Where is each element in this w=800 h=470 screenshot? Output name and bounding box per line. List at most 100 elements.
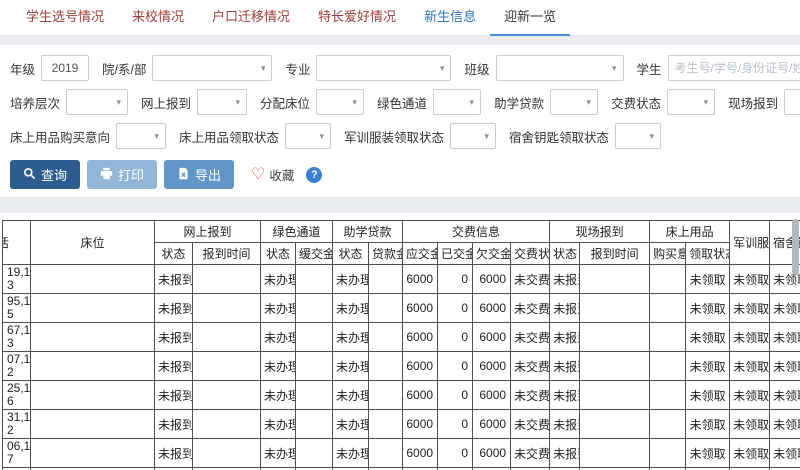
- table-cell: 6000: [473, 265, 511, 294]
- table-cell: [31, 410, 155, 439]
- major-select[interactable]: ▾: [316, 55, 451, 81]
- table-cell: 0: [438, 352, 473, 381]
- col-loan-amount: 贷款金额: [369, 243, 403, 265]
- dept-select[interactable]: ▾: [152, 55, 272, 81]
- student-label: 学生: [637, 59, 662, 78]
- student-search-input[interactable]: [668, 55, 800, 81]
- chevron-down-icon: ▾: [261, 64, 266, 73]
- bedding-receive-select[interactable]: ▾: [285, 123, 331, 149]
- grid-body: 19,1 3未报到未办理未办理600006000未交费未报到未领取未领取未领取9…: [3, 265, 800, 470]
- military-receive-label: 军训服装领取状态: [344, 127, 444, 146]
- table-cell: [296, 410, 333, 439]
- chevron-down-icon: ▾: [154, 132, 159, 141]
- section-gap: [0, 197, 800, 213]
- table-cell: 6000: [403, 439, 438, 468]
- class-select[interactable]: ▾: [496, 55, 624, 81]
- col-green-status: 状态: [261, 243, 296, 265]
- table-cell: 未报到: [155, 439, 193, 468]
- table-cell: [296, 381, 333, 410]
- table-cell: 6000: [403, 381, 438, 410]
- student-loan-select[interactable]: ▾: [550, 89, 598, 115]
- bedding-intent-select[interactable]: ▾: [116, 123, 166, 149]
- green-channel-select[interactable]: ▾: [433, 89, 481, 115]
- tab-welcome-overview[interactable]: 迎新一览: [490, 0, 570, 36]
- online-report-label: 网上报到: [141, 93, 191, 112]
- col-paid-amount: 已交金额: [438, 243, 473, 265]
- table-cell: 未领取: [730, 352, 770, 381]
- table-cell: 0: [438, 439, 473, 468]
- print-button[interactable]: 打印: [87, 160, 157, 189]
- table-row: 25,1 6未报到未办理未办理600006000未交费未报到未领取未领取未领取: [3, 381, 800, 410]
- table-cell: 未报到: [550, 381, 580, 410]
- favorite-label: 收藏: [269, 165, 294, 184]
- military-receive-select[interactable]: ▾: [450, 123, 496, 149]
- tab-arrival-status[interactable]: 来校情况: [118, 0, 198, 36]
- table-cell: 未报到: [155, 294, 193, 323]
- group-green-channel: 绿色通道: [261, 221, 333, 243]
- table-cell: [31, 381, 155, 410]
- tab-household-migration[interactable]: 户口迁移情况: [198, 0, 304, 36]
- onsite-report-label: 现场报到: [728, 93, 778, 112]
- table-cell: 19,1 3: [3, 265, 31, 294]
- search-button[interactable]: 查询: [10, 160, 80, 189]
- tab-freshman-info[interactable]: 新生信息: [410, 0, 490, 36]
- table-cell: [193, 352, 261, 381]
- table-cell: 未办理: [261, 439, 296, 468]
- table-cell: [580, 352, 650, 381]
- table-cell: 6000: [403, 410, 438, 439]
- table-cell: 未办理: [333, 410, 369, 439]
- table-cell: [369, 265, 403, 294]
- table-cell: [369, 381, 403, 410]
- table-cell: 6000: [403, 352, 438, 381]
- military-receive-group: 军训服装领取状态 ▾: [344, 123, 496, 149]
- dormkey-receive-group: 宿舍钥匙领取状态 ▾: [509, 123, 661, 149]
- table-cell: [650, 410, 686, 439]
- table-cell: 未领取: [770, 410, 800, 439]
- export-button[interactable]: 导出: [164, 160, 234, 189]
- chevron-down-icon: ▾: [116, 98, 121, 107]
- tab-talents-hobbies[interactable]: 特长爱好情况: [304, 0, 410, 36]
- table-cell: 6000: [473, 439, 511, 468]
- chevron-down-icon: ▾: [485, 132, 490, 141]
- table-cell: 未办理: [261, 410, 296, 439]
- help-icon[interactable]: ?: [306, 167, 322, 183]
- table-cell: 未领取: [770, 352, 800, 381]
- chevron-down-icon: ▾: [440, 64, 445, 73]
- table-cell: [31, 323, 155, 352]
- col-loan-status: 状态: [333, 243, 369, 265]
- class-label: 班级: [464, 59, 489, 78]
- grade-input[interactable]: [41, 55, 89, 81]
- onsite-report-select[interactable]: ▾: [784, 89, 800, 115]
- col-defer-amount: 缓交金额: [296, 243, 333, 265]
- table-cell: 未报到: [550, 410, 580, 439]
- table-row: 67,1 3未报到未办理未办理600006000未交费未报到未领取未领取未领取: [3, 323, 800, 352]
- favorite-button[interactable]: ♡ 收藏: [251, 165, 294, 184]
- dormkey-receive-select[interactable]: ▾: [615, 123, 661, 149]
- table-cell: [193, 323, 261, 352]
- table-cell: 未报到: [155, 410, 193, 439]
- pay-status-label: 交费状态: [611, 93, 661, 112]
- grade-label: 年级: [10, 59, 35, 78]
- table-cell: [580, 265, 650, 294]
- bed-assign-select[interactable]: ▾: [316, 89, 364, 115]
- col-owed-amount: 欠交金额: [473, 243, 511, 265]
- table-cell: 未领取: [730, 323, 770, 352]
- chevron-down-icon: ▾: [353, 98, 358, 107]
- grade-field-group: 年级: [10, 55, 89, 81]
- chevron-down-icon: ▾: [650, 132, 655, 141]
- table-cell: 未办理: [333, 323, 369, 352]
- training-level-select[interactable]: ▾: [66, 89, 128, 115]
- vertical-scrollbar[interactable]: [792, 219, 799, 275]
- col-onsite-report-time: 报到时间: [580, 243, 650, 265]
- table-cell: 未领取: [770, 381, 800, 410]
- table-cell: [580, 410, 650, 439]
- table-cell: [369, 294, 403, 323]
- table-row: 19,1 3未报到未办理未办理600006000未交费未报到未领取未领取未领取: [3, 265, 800, 294]
- tab-student-number-selection[interactable]: 学生选号情况: [12, 0, 118, 36]
- training-level-label: 培养层次: [10, 93, 60, 112]
- pay-status-select[interactable]: ▾: [667, 89, 715, 115]
- online-report-select[interactable]: ▾: [197, 89, 247, 115]
- col-pay-status: 交费状态: [511, 243, 550, 265]
- group-onsite-report: 现场报到: [550, 221, 650, 243]
- col-onsite-status: 状态: [550, 243, 580, 265]
